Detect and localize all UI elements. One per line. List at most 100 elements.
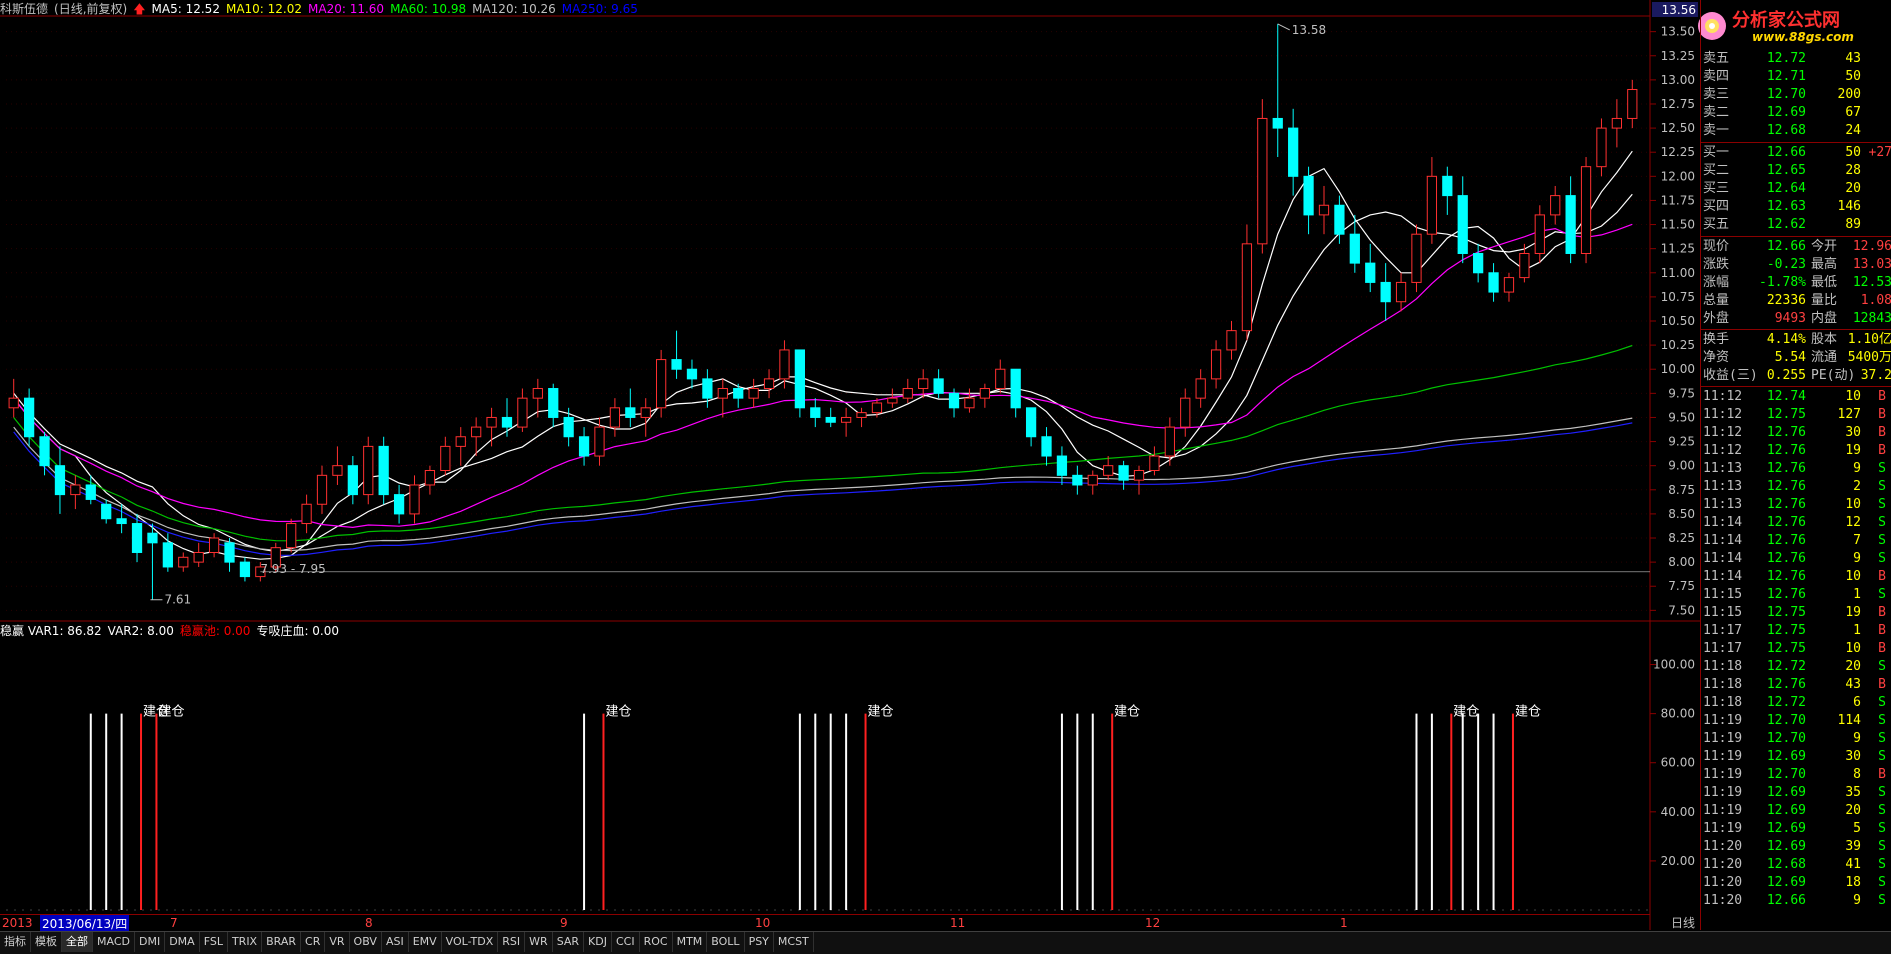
candle-body	[1534, 214, 1545, 254]
chart-area[interactable]: 13.50 13.25 13.00 12.75 12.50 12.25 12.00 11.75…	[0, 0, 1700, 932]
ma-line	[13, 344, 1633, 542]
tab-模板[interactable]: 模板	[31, 932, 62, 952]
sell-volume: 24	[1845, 123, 1861, 138]
tick-side: B	[1878, 767, 1886, 782]
tab-mtm[interactable]: MTM	[673, 932, 708, 952]
tick-side: S	[1878, 497, 1886, 512]
price-tick-label: 11.50	[1661, 218, 1695, 232]
tick-time: 11:14	[1703, 551, 1743, 566]
tick-volume: 6	[1853, 695, 1861, 710]
tab-boll[interactable]: BOLL	[707, 932, 745, 952]
tick-volume: 20	[1845, 803, 1861, 818]
tab-asi[interactable]: ASI	[382, 932, 409, 952]
tab-brar[interactable]: BRAR	[262, 932, 302, 952]
tick-side: B	[1878, 425, 1886, 440]
candle-body	[1457, 195, 1468, 254]
buy-label: 买二	[1703, 163, 1730, 178]
tab-sar[interactable]: SAR	[553, 932, 585, 952]
candle-body	[1395, 281, 1407, 303]
candle-body	[1519, 252, 1530, 279]
stat-label: 收益(三)	[1703, 368, 1758, 383]
stat-label: 涨幅	[1703, 275, 1730, 290]
book-separator	[1701, 142, 1891, 143]
tab-dma[interactable]: DMA	[165, 932, 200, 952]
tab-vol-tdx[interactable]: VOL-TDX	[442, 932, 499, 952]
tab-全部[interactable]: 全部	[62, 932, 93, 952]
candle-body	[1349, 233, 1360, 264]
order-book-row: 卖二 12.69 67	[1701, 104, 1891, 122]
tick-side: S	[1878, 713, 1886, 728]
candle-body	[1118, 465, 1129, 481]
tick-volume: 9	[1853, 731, 1861, 746]
tick-side: S	[1878, 533, 1886, 548]
signal-label: 建仓	[868, 705, 894, 720]
tick-row: 11:14 12.76 9 S	[1701, 550, 1891, 568]
buy-price: 12.63	[1766, 199, 1806, 214]
stat-label: 最高	[1811, 257, 1838, 272]
tick-price: 12.70	[1766, 713, 1806, 728]
month-label: 8	[365, 916, 373, 930]
tick-price: 12.76	[1766, 461, 1806, 476]
tick-volume: 12	[1845, 515, 1861, 530]
tab-psy[interactable]: PSY	[745, 932, 774, 952]
tick-time: 11:15	[1703, 605, 1743, 620]
tab-obv[interactable]: OBV	[350, 932, 382, 952]
tab-rsi[interactable]: RSI	[498, 932, 526, 952]
tick-volume: 39	[1845, 839, 1861, 854]
tick-row: 11:13 12.76 9 S	[1701, 460, 1891, 478]
tab-fsl[interactable]: FSL	[200, 932, 228, 952]
candle-body	[733, 388, 744, 399]
stat-value: 1.10亿	[1847, 332, 1891, 347]
price-tick-label: 8.50	[1668, 507, 1695, 521]
tick-row: 11:18 12.72 20 S	[1701, 658, 1891, 676]
candle-body	[286, 523, 297, 549]
period-label[interactable]: 日线	[1671, 914, 1695, 931]
tab-指标[interactable]: 指标	[0, 932, 31, 952]
tab-cci[interactable]: CCI	[612, 932, 640, 952]
candle-body	[964, 397, 975, 409]
order-book-row: 卖三 12.70 200	[1701, 86, 1891, 104]
tick-row: 11:17 12.75 1 B	[1701, 622, 1891, 640]
kline-chart[interactable]: 13.5013.2513.0012.7512.5012.2512.0011.75…	[0, 0, 1700, 930]
stat-value: 37.2	[1860, 368, 1891, 383]
tab-wr[interactable]: WR	[525, 932, 553, 952]
ma-line	[13, 223, 1633, 529]
candle-body	[1318, 204, 1330, 216]
tab-dmi[interactable]: DMI	[135, 932, 166, 952]
ma-legend-item: MA10: 12.02	[225, 2, 303, 16]
indicator-legend-item: VAR2: 8.00	[107, 624, 174, 638]
candle-body	[840, 416, 852, 423]
tick-volume: 20	[1845, 659, 1861, 674]
price-tick-label: 12.00	[1661, 169, 1695, 183]
stat-label: 涨跌	[1703, 257, 1730, 272]
buy-volume: 146	[1837, 199, 1861, 214]
stat-row: 外盘 9493 内盘 12843	[1701, 310, 1891, 328]
candle-body	[332, 465, 343, 476]
low-label: 7.61	[164, 593, 191, 607]
buy-price: 12.66	[1766, 145, 1806, 160]
tab-emv[interactable]: EMV	[409, 932, 442, 952]
tab-cr[interactable]: CR	[301, 932, 326, 952]
stats-separator	[1701, 236, 1891, 237]
tab-vr[interactable]: VR	[325, 932, 350, 952]
candle-body	[85, 484, 96, 500]
candle-body	[1072, 474, 1083, 486]
tab-kdj[interactable]: KDJ	[584, 932, 612, 952]
buy-volume: 28	[1845, 163, 1861, 178]
tab-roc[interactable]: ROC	[640, 932, 673, 952]
tick-price: 12.69	[1766, 803, 1806, 818]
candle-body	[594, 426, 605, 457]
order-book-row: 买四 12.63 146	[1701, 198, 1891, 216]
tab-trix[interactable]: TRIX	[228, 932, 263, 952]
candle-body	[1087, 474, 1098, 486]
tick-price: 12.76	[1766, 443, 1806, 458]
up-arrow-icon: 🡅	[133, 2, 146, 16]
tick-volume: 35	[1845, 785, 1861, 800]
tick-volume: 41	[1845, 857, 1861, 872]
tab-macd[interactable]: MACD	[93, 932, 135, 952]
tab-mcst[interactable]: MCST	[774, 932, 814, 952]
tick-row: 11:12 12.75 127 B	[1701, 406, 1891, 424]
candle-body	[625, 407, 636, 418]
candle-body	[1210, 349, 1222, 380]
tick-side: B	[1878, 605, 1886, 620]
